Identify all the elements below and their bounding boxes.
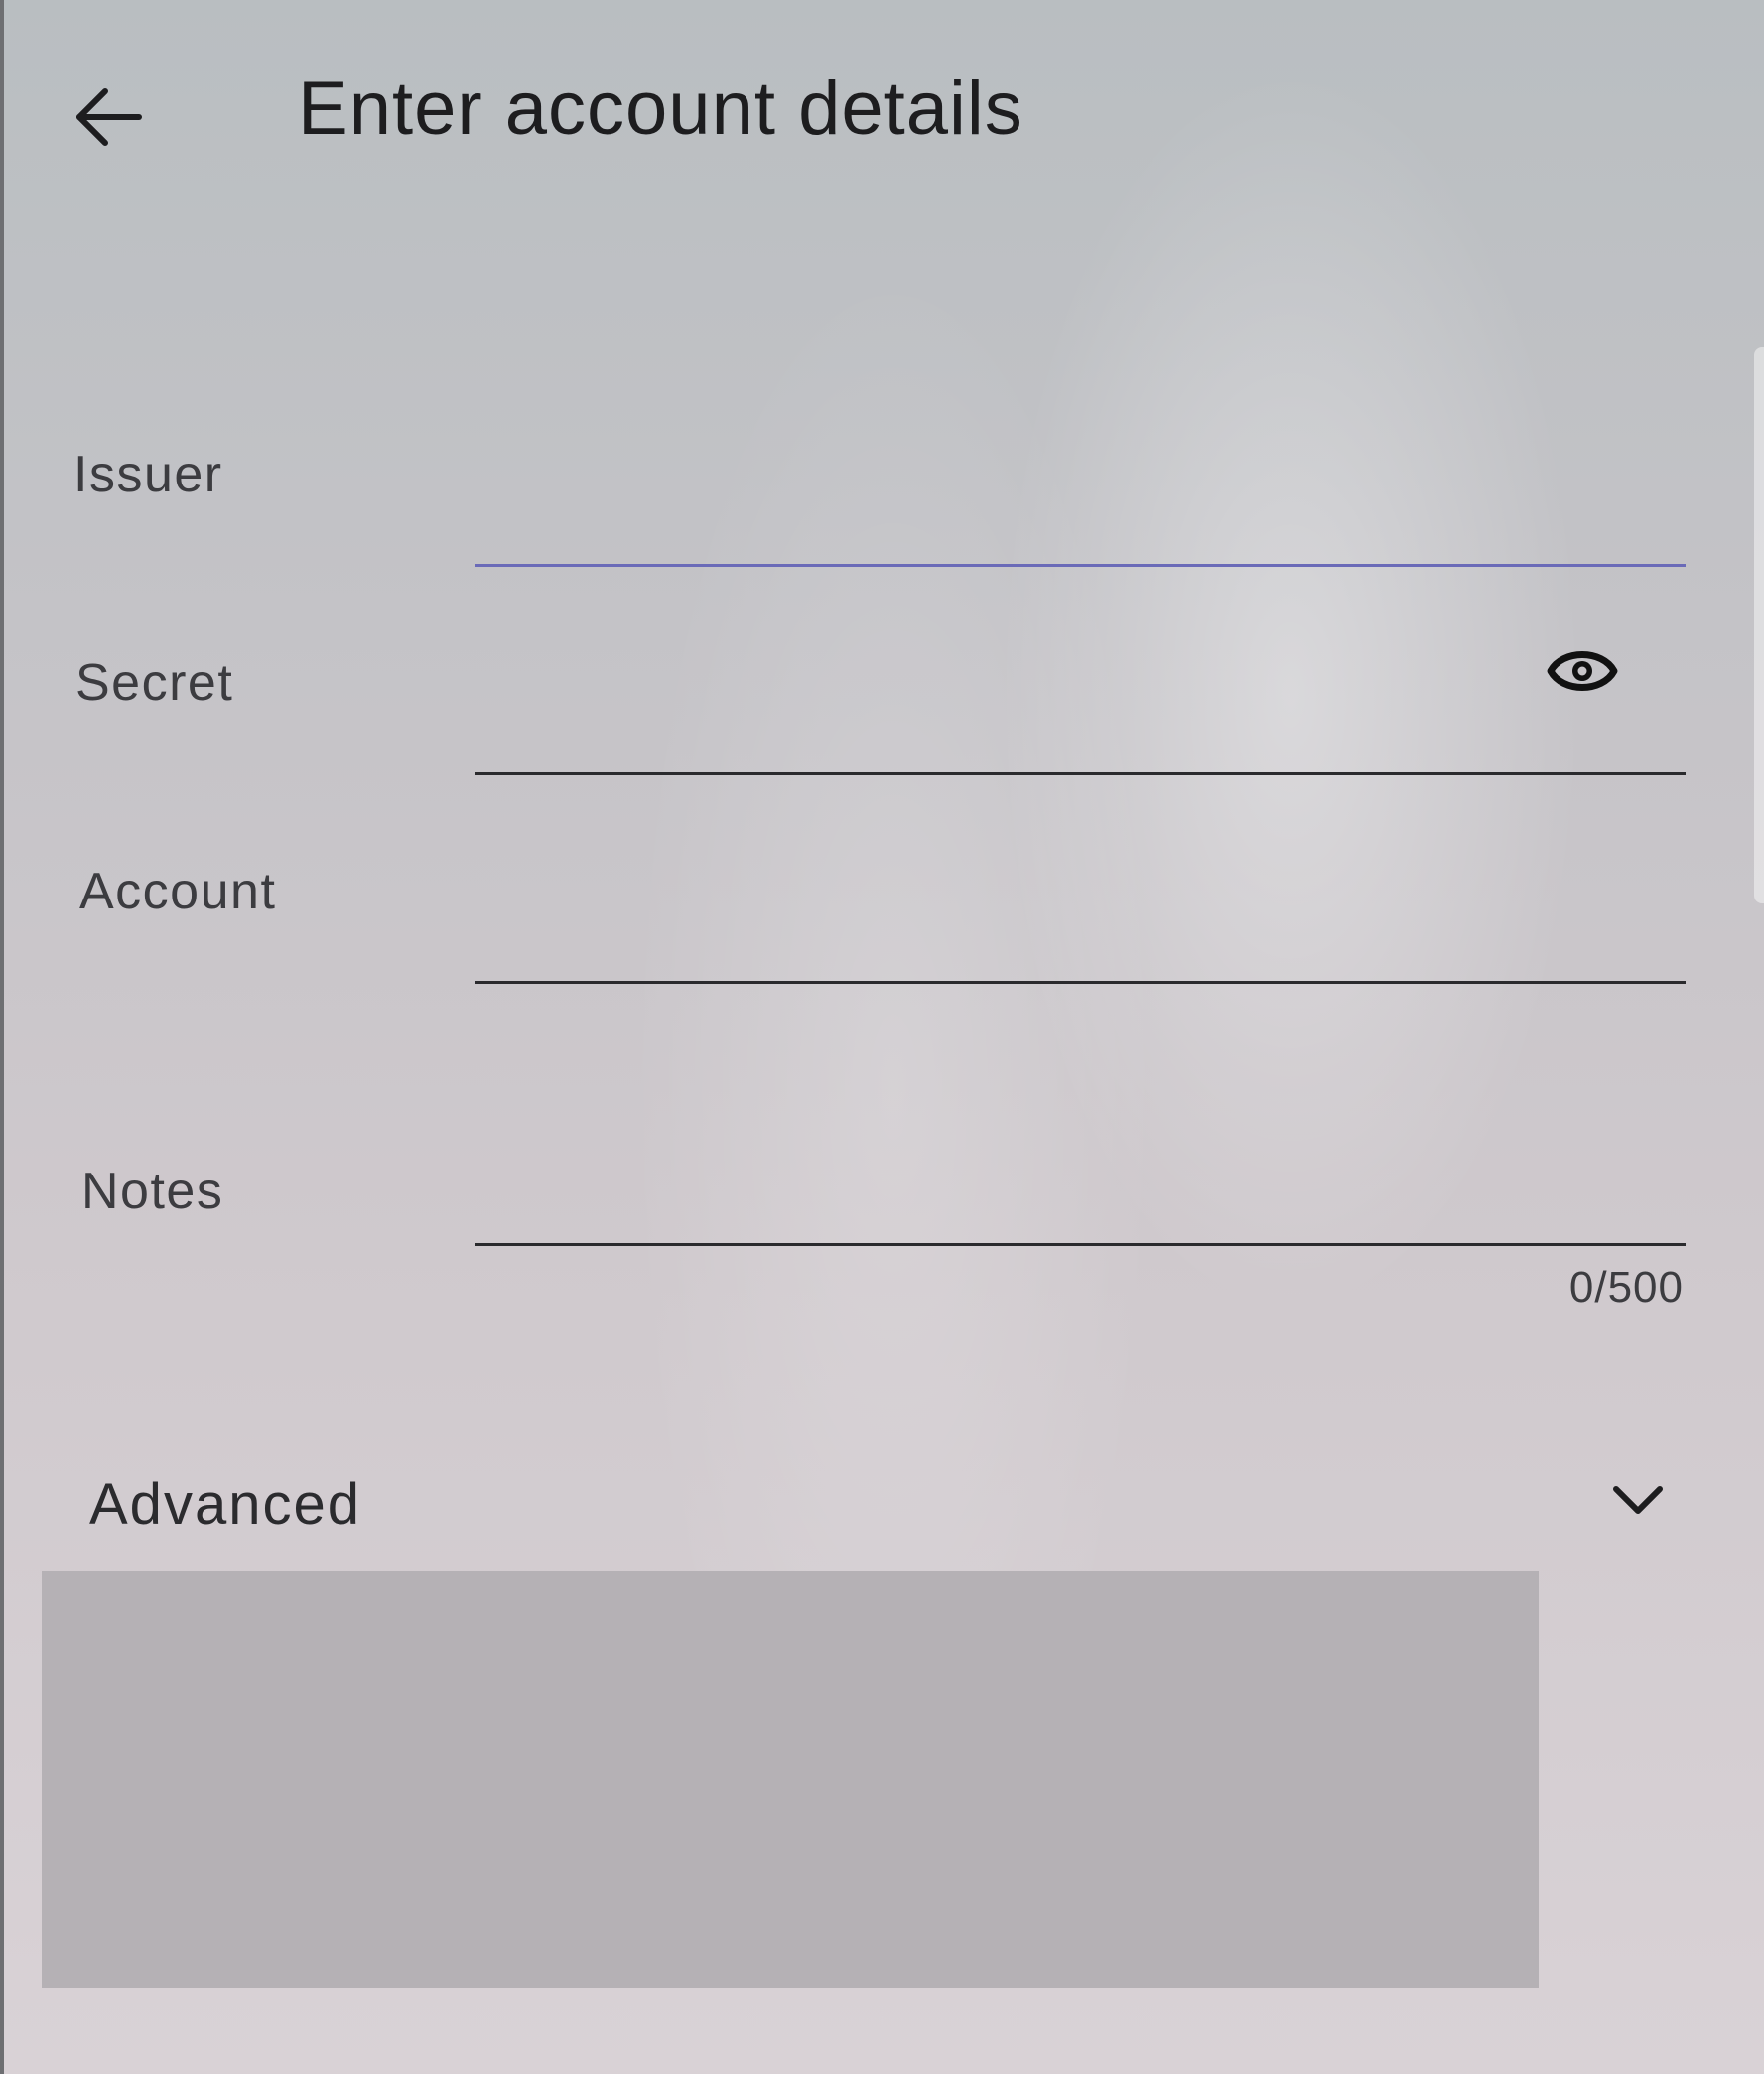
notes-character-counter: 0/500 <box>1568 1263 1684 1312</box>
advanced-expander[interactable]: Advanced <box>60 1450 1688 1559</box>
advanced-label: Advanced <box>89 1472 361 1537</box>
top-app-bar: Enter account details <box>0 0 1764 218</box>
arrow-left-icon <box>69 77 149 162</box>
issuer-label: Issuer <box>73 446 223 503</box>
issuer-input[interactable] <box>475 475 1686 564</box>
issuer-underline <box>475 564 1686 567</box>
secret-underline <box>475 772 1686 775</box>
redacted-area <box>42 1571 1539 1988</box>
chevron-down-icon <box>1608 1475 1668 1525</box>
back-button[interactable] <box>62 71 157 167</box>
toggle-secret-visibility-button[interactable] <box>1545 635 1620 711</box>
secret-input[interactable] <box>475 683 1527 772</box>
account-label: Account <box>79 863 277 920</box>
side-edge <box>1754 347 1764 903</box>
secret-label: Secret <box>75 654 234 712</box>
account-input[interactable] <box>475 892 1686 981</box>
notes-input[interactable] <box>475 1152 1686 1241</box>
page-title: Enter account details <box>298 67 1023 151</box>
notes-underline <box>475 1243 1686 1246</box>
eye-icon <box>1547 643 1618 704</box>
screen-edge <box>0 0 4 2074</box>
account-underline <box>475 981 1686 984</box>
notes-label: Notes <box>81 1163 224 1220</box>
